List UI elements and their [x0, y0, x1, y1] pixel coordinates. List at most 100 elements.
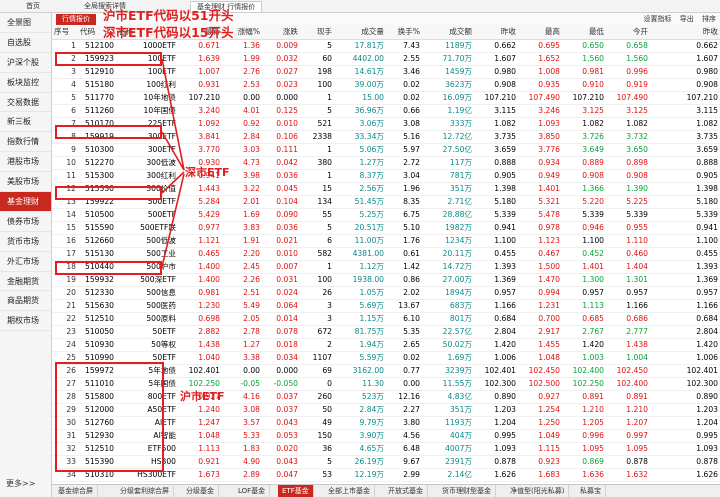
- column-header[interactable]: 昨收: [474, 25, 518, 40]
- bottom-tab[interactable]: 全部上市基金: [324, 485, 375, 497]
- sidebar-item[interactable]: 指数行情: [0, 132, 51, 153]
- table-row[interactable]: 16 512660 500低波 1.121 1.91 0.021 6 11.00万 1.76 12…: [52, 234, 720, 248]
- table-row[interactable]: 20 512330 500信息 0.981 2.51 0.024 26 1.05万 2.02 18…: [52, 286, 720, 300]
- sidebar-item[interactable]: 金融期货: [0, 272, 51, 292]
- table-row[interactable]: 23 510050 50ETF 2.882 2.78 0.078 672 81.75万 5.35…: [52, 325, 720, 339]
- column-header[interactable]: 序号: [52, 25, 78, 40]
- sidebar-item[interactable]: 沪深个股: [0, 53, 51, 73]
- table-row[interactable]: 15 515590 500ETF联 0.977 3.83 0.036 5 20.51万 5.10…: [52, 221, 720, 235]
- cell-volume: 523万: [334, 390, 386, 404]
- sidebar-item[interactable]: 货币市场: [0, 232, 51, 252]
- cell-price: 1.240: [178, 403, 222, 417]
- table-row[interactable]: 29 512000 A50ETF 1.240 3.08 0.037 50 2.84万 2.27 3…: [52, 403, 720, 417]
- sidebar-item[interactable]: 板块监控: [0, 73, 51, 93]
- table-row[interactable]: 13 159922 500ETF 5.284 2.01 0.104 134 51.45万 8.3…: [52, 195, 720, 209]
- cell-price: 0.043: [262, 416, 300, 430]
- cell-turnover: 0.00: [386, 377, 422, 391]
- table-row[interactable]: 12 515330 300价值 1.443 3.22 0.045 15 2.56万 1.96 35…: [52, 182, 720, 196]
- sort-button[interactable]: 排序: [702, 15, 716, 23]
- cell-code: 512330: [78, 286, 116, 300]
- quote-grid-panel: 行情报价 设置指标 导出 排序 序号 代码 名称 最新 涨幅% 涨跌 现手 成交量 换手% 成交额…: [52, 13, 720, 484]
- cell-price: 0.978: [518, 221, 562, 235]
- cell-price: 0.037: [262, 390, 300, 404]
- cell-prev-close: 1.006: [650, 351, 720, 365]
- sidebar-more-link[interactable]: 更多>>: [6, 478, 35, 489]
- cell-turnover: 1.96: [386, 182, 422, 196]
- table-row[interactable]: 27 511010 5年国债 102.250 -0.05 -0.050 0 11.30 0.00…: [52, 377, 720, 391]
- bottom-tab[interactable]: ETF基金: [278, 485, 314, 497]
- table-row[interactable]: 32 512510 ETF500 1.113 1.83 0.020 36 4.65万 6.48 4…: [52, 442, 720, 456]
- sidebar-item[interactable]: 期权市场: [0, 311, 51, 332]
- bottom-tab[interactable]: LOF基金: [234, 485, 271, 497]
- sidebar-item[interactable]: 港股市场: [0, 152, 51, 173]
- table-row[interactable]: 34 510310 HS300ETF 1.673 2.89 0.047 53 12.19万 2.…: [52, 468, 720, 482]
- bottom-tab[interactable]: 分级基金: [182, 485, 219, 497]
- sidebar-item[interactable]: 全景图: [0, 13, 51, 33]
- table-row[interactable]: 2 159923 100ETF 1.639 1.99 0.032 60 4402.00 2.55…: [52, 52, 720, 66]
- cell-prev-close: 102.401: [474, 364, 518, 378]
- column-header[interactable]: 最高: [518, 25, 562, 40]
- bottom-tab[interactable]: 货币理财型基金: [438, 485, 496, 497]
- cell-volume: 12.19万: [334, 468, 386, 482]
- table-row[interactable]: 26 159972 5年地债 102.401 0.00 0.000 69 3162.00 0.7…: [52, 364, 720, 378]
- table-row[interactable]: 33 515390 HS300 0.921 4.90 0.043 5 26.19万 9.67 23…: [52, 455, 720, 469]
- table-row[interactable]: 22 512510 500原料 0.698 2.05 0.014 3 1.15万 6.10 801…: [52, 312, 720, 326]
- bottom-tab[interactable]: 基金综合屏: [54, 485, 98, 497]
- sidebar-item[interactable]: 外汇市场: [0, 252, 51, 272]
- bottom-tab[interactable]: 净值型(阳光私募): [506, 485, 570, 497]
- cell-amount: 2.14亿: [422, 468, 474, 482]
- column-header[interactable]: 现手: [300, 25, 334, 40]
- column-header[interactable]: 涨跌: [262, 25, 300, 40]
- bottom-tab[interactable]: 开放式基金: [384, 485, 428, 497]
- cell-turnover: 6.10: [386, 312, 422, 326]
- export-button[interactable]: 导出: [680, 15, 694, 23]
- table-row[interactable]: 7 510170 225ETF 1.092 0.92 0.010 521 3.06万 3.08 3…: [52, 117, 720, 131]
- table-row[interactable]: 5 511770 10年地债 107.210 0.00 0.000 1 15.00 0.02 16…: [52, 91, 720, 105]
- sidebar-item[interactable]: 美股市场: [0, 172, 51, 193]
- cell-prev-close: 102.300: [474, 377, 518, 391]
- bottom-tab[interactable]: 私募宝: [576, 485, 606, 497]
- sidebar-item[interactable]: 自选股: [0, 33, 51, 53]
- cell-price: 1.113: [562, 299, 606, 313]
- column-header[interactable]: 最低: [562, 25, 606, 40]
- table-row[interactable]: 3 512910 100ETF 1.007 2.76 0.027 198 14.61万 3.46…: [52, 65, 720, 79]
- table-row[interactable]: 6 511260 10年国债 3.240 4.01 0.125 5 36.96万 0.66 1.1…: [52, 104, 720, 118]
- cell-volume: 1.27万: [334, 156, 386, 170]
- cell-prev-close: 1.204: [474, 416, 518, 430]
- table-row[interactable]: 25 510990 50ETF 1.040 3.38 0.034 1107 5.59万 0.02…: [52, 351, 720, 365]
- quotes-tab[interactable]: 行情报价: [56, 14, 96, 25]
- table-row[interactable]: 31 512930 AI智能 1.048 5.33 0.053 150 3.90万 4.56 40…: [52, 429, 720, 443]
- table-row[interactable]: 28 515800 800ETF 0.927 4.16 0.037 260 523万 12.16…: [52, 390, 720, 404]
- cell-prev-close: 1.203: [474, 403, 518, 417]
- column-header[interactable]: 成交额: [422, 25, 474, 40]
- tab-home[interactable]: 首页: [20, 1, 46, 12]
- table-row[interactable]: 18 510440 500沪市 1.400 2.45 0.007 1 1.12万 1.42 14.…: [52, 260, 720, 274]
- cell-lot: 1: [300, 169, 334, 183]
- sidebar-item[interactable]: 商品期货: [0, 291, 51, 312]
- cell-price: 1.003: [562, 351, 606, 365]
- table-row[interactable]: 8 159919 300ETF 3.841 2.84 0.106 2338 33.34万 5.1…: [52, 130, 720, 144]
- sidebar-item[interactable]: 交易数据: [0, 93, 51, 113]
- sidebar-item[interactable]: 新三板: [0, 112, 51, 133]
- table-row[interactable]: 24 510930 50等权 1.438 1.27 0.018 2 1.94万 2.65 50.0…: [52, 338, 720, 352]
- table-row[interactable]: 14 510500 500ETF 5.429 1.69 0.090 55 5.25万 6.75 2…: [52, 208, 720, 222]
- table-row[interactable]: 9 510300 300ETF 3.770 3.03 0.111 1 5.06万 5.97 27.…: [52, 143, 720, 157]
- table-row[interactable]: 30 512760 AIETF 1.247 3.57 0.043 49 9.79万 3.80 11…: [52, 416, 720, 430]
- cell-amount: 27.00万: [422, 273, 474, 287]
- table-row[interactable]: 11 515300 300红利 0.941 3.98 0.036 1 8.37万 3.04 781…: [52, 169, 720, 183]
- table-row[interactable]: 10 512270 300低波 0.930 4.73 0.042 380 1.27万 2.72 1…: [52, 156, 720, 170]
- table-row[interactable]: 19 159932 500深ETF 1.400 2.26 0.031 100 1938.00 0…: [52, 273, 720, 287]
- column-header[interactable]: 成交量: [334, 25, 386, 40]
- sidebar-item[interactable]: 债券市场: [0, 212, 51, 232]
- table-row[interactable]: 21 515630 500医药 1.230 5.49 0.064 3 5.69万 13.67 68…: [52, 299, 720, 313]
- column-header[interactable]: 换手%: [386, 25, 422, 40]
- column-header[interactable]: 今开: [606, 25, 650, 40]
- settings-indicator-button[interactable]: 设置指标: [644, 15, 672, 23]
- bottom-tab[interactable]: 分级套利综合屏: [116, 485, 174, 497]
- table-row[interactable]: 4 515180 100红利 0.931 2.53 0.023 100 39.00万 0.02 3…: [52, 78, 720, 92]
- column-header[interactable]: 昨收: [650, 25, 720, 40]
- cell-code: 515590: [78, 221, 116, 235]
- sidebar-item[interactable]: 基金理财: [0, 192, 51, 212]
- cell-name: 800ETF: [116, 390, 178, 404]
- table-row[interactable]: 17 515130 500工业 0.465 2.20 0.010 582 4381.00 0.6…: [52, 247, 720, 261]
